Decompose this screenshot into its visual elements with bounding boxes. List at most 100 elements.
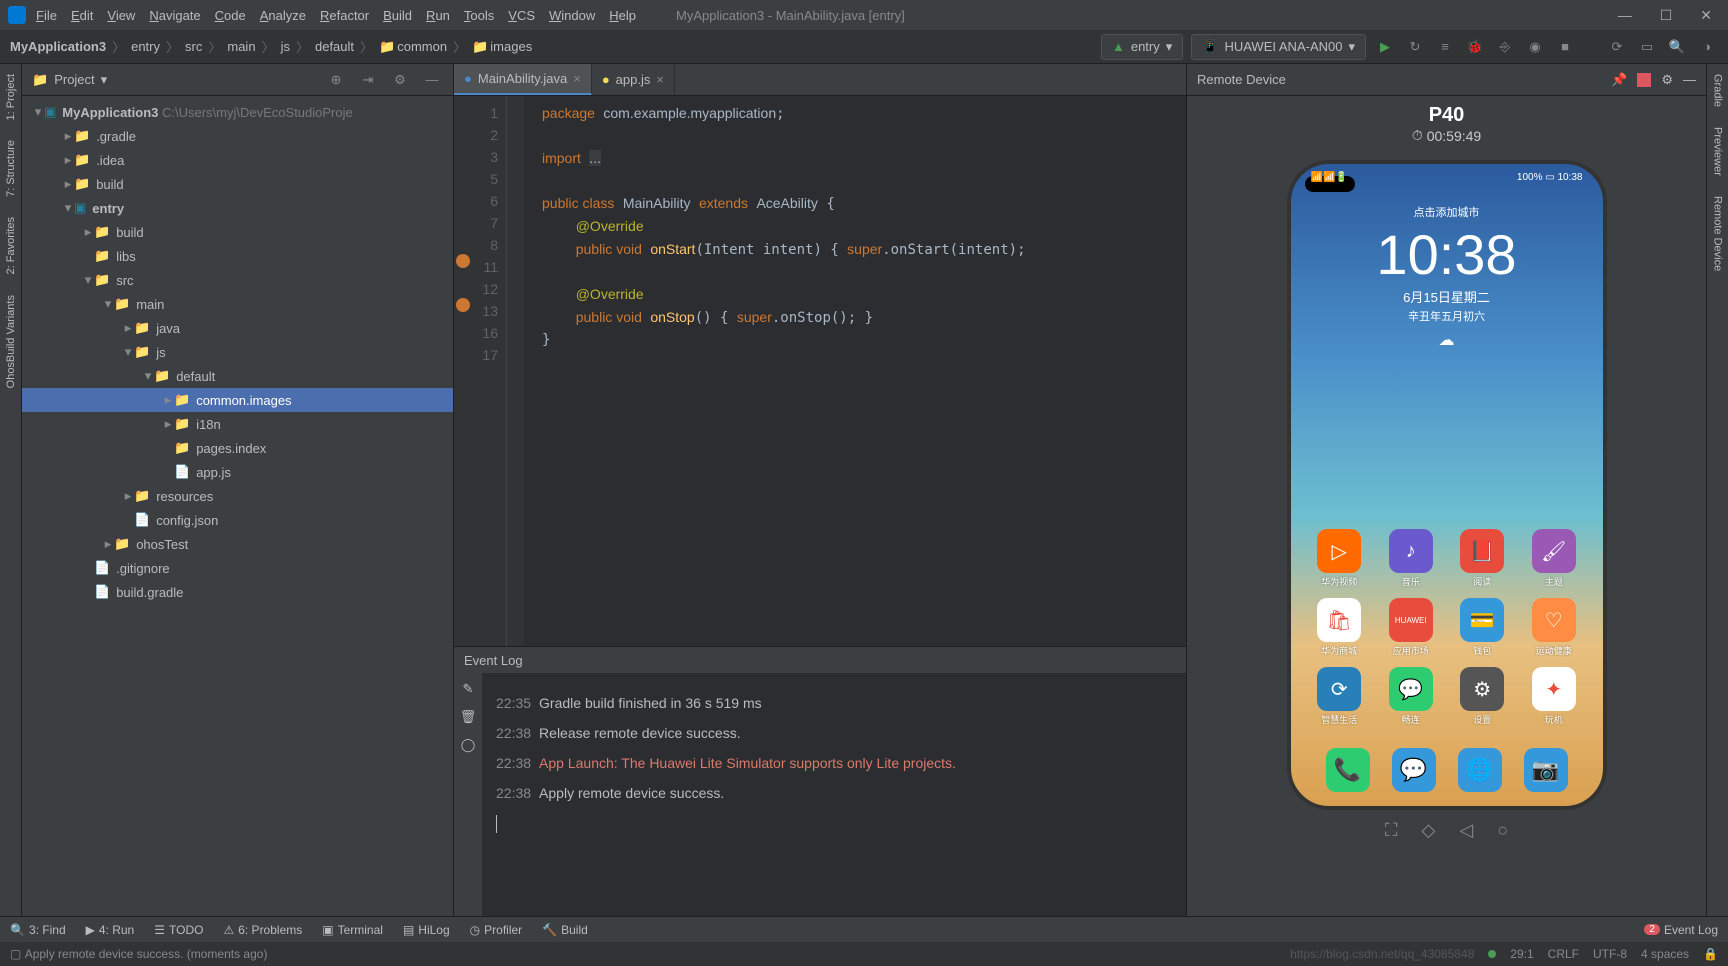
project-tree[interactable]: ▾▣ MyApplication3 C:\Users\myj\DevEcoStu… <box>22 96 453 916</box>
phone-app[interactable]: ♪音乐 <box>1382 529 1440 588</box>
tree-node[interactable]: ▸📁build <box>22 220 453 244</box>
menu-run[interactable]: Run <box>426 8 450 23</box>
menu-window[interactable]: Window <box>549 8 595 23</box>
indent[interactable]: 4 spaces <box>1641 947 1689 961</box>
phone-dock-app[interactable]: 📷 <box>1524 748 1568 792</box>
fold-column[interactable] <box>506 96 524 646</box>
hilog-tool[interactable]: ▤ HiLog <box>403 923 450 937</box>
home-icon[interactable]: ○ <box>1497 820 1508 841</box>
phone-app[interactable]: 🛍华为商城 <box>1311 598 1369 657</box>
override-marker-icon[interactable] <box>456 254 470 268</box>
phone-app[interactable]: 🖌主题 <box>1525 529 1583 588</box>
tool-window-tab[interactable]: Previewer <box>1712 127 1724 176</box>
phone-app[interactable]: 📕阅读 <box>1454 529 1512 588</box>
pin-icon[interactable]: 📌 <box>1611 72 1627 88</box>
tree-node[interactable]: 📄.gitignore <box>22 556 453 580</box>
tool-window-tab[interactable]: 2: Favorites <box>5 217 17 274</box>
phone-app[interactable]: ⚙设置 <box>1454 667 1512 726</box>
locate-icon[interactable]: ⊕ <box>325 69 347 91</box>
event-log-entry[interactable]: 22:35Gradle build finished in 36 s 519 m… <box>496 695 1172 711</box>
menu-vcs[interactable]: VCS <box>508 8 535 23</box>
menu-file[interactable]: File <box>36 8 57 23</box>
tree-node[interactable]: 📄config.json <box>22 508 453 532</box>
cursor-position[interactable]: 29:1 <box>1510 947 1533 961</box>
lock-icon[interactable]: 🔒 <box>1703 947 1718 961</box>
coverage-icon[interactable]: ≡ <box>1434 36 1456 58</box>
minimize-button[interactable]: — <box>1618 7 1632 24</box>
tree-node[interactable]: ▾📁js <box>22 340 453 364</box>
close-icon[interactable]: × <box>573 71 581 86</box>
tool-window-tab[interactable]: Remote Device <box>1712 196 1724 271</box>
phone-dock-app[interactable]: 📞 <box>1326 748 1370 792</box>
hide-icon[interactable]: — <box>421 69 443 91</box>
event-log-content[interactable]: 22:35Gradle build finished in 36 s 519 m… <box>482 673 1186 916</box>
debug-icon[interactable]: 🐞 <box>1464 36 1486 58</box>
help-icon[interactable]: ◑ <box>1696 36 1718 58</box>
editor-tab[interactable]: ●app.js× <box>592 64 675 95</box>
tree-node[interactable]: ▸📁ohosTest <box>22 532 453 556</box>
filter-icon[interactable]: ◯ <box>461 737 476 753</box>
gear-icon[interactable]: ⚙ <box>1661 72 1673 88</box>
find-tool[interactable]: 🔍 3: Find <box>10 923 66 937</box>
run-config-selector[interactable]: ▲entry▾ <box>1101 34 1183 60</box>
tree-node[interactable]: ▸📁java <box>22 316 453 340</box>
tree-node[interactable]: ▾📁main <box>22 292 453 316</box>
breadcrumb-item[interactable]: 📁common <box>379 39 447 55</box>
edit-icon[interactable]: ✎ <box>463 681 474 697</box>
menu-refactor[interactable]: Refactor <box>320 8 369 23</box>
breadcrumb-item[interactable]: default <box>315 39 354 54</box>
tree-node[interactable]: ▸📁.idea <box>22 148 453 172</box>
breadcrumb-item[interactable]: entry <box>131 39 160 54</box>
phone-app[interactable]: ♡运动健康 <box>1525 598 1583 657</box>
terminal-tool[interactable]: ▣ Terminal <box>322 923 383 937</box>
run-tool[interactable]: ▶ 4: Run <box>86 923 135 937</box>
phone-app-grid[interactable]: ▷华为视频♪音乐📕阅读🖌主题🛍华为商城HUAWEI应用市场💳钱包♡运动健康⟳智慧… <box>1291 529 1603 726</box>
tree-node[interactable]: ▸📁resources <box>22 484 453 508</box>
phone-app[interactable]: HUAWEI应用市场 <box>1382 598 1440 657</box>
attach-icon[interactable]: ⎆ <box>1494 36 1516 58</box>
menu-analyze[interactable]: Analyze <box>260 8 306 23</box>
breadcrumb-item[interactable]: main <box>227 39 255 54</box>
tool-window-tab[interactable]: OhosBuild Variants <box>5 295 17 388</box>
code-editor[interactable]: package com.example.myapplication; impor… <box>524 96 1186 646</box>
breadcrumb-item[interactable]: 📁images <box>472 39 532 55</box>
phone-app[interactable]: ⟳智慧生活 <box>1311 667 1369 726</box>
stop-device-button[interactable] <box>1637 73 1651 87</box>
tree-node[interactable]: 📄build.gradle <box>22 580 453 604</box>
encoding[interactable]: UTF-8 <box>1593 947 1627 961</box>
gear-icon[interactable]: ⚙ <box>389 69 411 91</box>
phone-nav-buttons[interactable]: ⛶ ◇ ◁ ○ <box>1385 820 1508 841</box>
sync-icon[interactable]: ⟳ <box>1606 36 1628 58</box>
tree-node[interactable]: ▾📁src <box>22 268 453 292</box>
profile-icon[interactable]: ◉ <box>1524 36 1546 58</box>
event-log-entry[interactable]: 22:38Apply remote device success. <box>496 785 1172 801</box>
device-selector[interactable]: 📱HUAWEI ANA-AN00▾ <box>1191 34 1366 60</box>
tree-node[interactable]: 📁libs <box>22 244 453 268</box>
menu-navigate[interactable]: Navigate <box>149 8 200 23</box>
event-log-entry[interactable]: 22:38App Launch: The Huawei Lite Simulat… <box>496 755 1172 771</box>
tree-node-selected[interactable]: ▸📁common.images <box>22 388 453 412</box>
tool-window-tab[interactable]: 7: Structure <box>5 140 17 197</box>
maximize-button[interactable]: ☐ <box>1660 7 1673 24</box>
phone-app[interactable]: ✦玩机 <box>1525 667 1583 726</box>
stop-icon[interactable]: ■ <box>1554 36 1576 58</box>
run-button[interactable]: ▶ <box>1374 36 1396 58</box>
breadcrumb-item[interactable]: src <box>185 39 202 54</box>
event-log-tool[interactable]: 2 Event Log <box>1644 923 1718 937</box>
tree-root[interactable]: ▾▣ MyApplication3 C:\Users\myj\DevEcoStu… <box>22 100 453 124</box>
project-view-selector[interactable]: 📁Project▾ <box>32 72 107 88</box>
search-icon[interactable]: 🔍 <box>1666 36 1688 58</box>
close-icon[interactable]: × <box>656 72 664 87</box>
breadcrumb-item[interactable]: MyApplication3 <box>10 39 106 54</box>
menu-code[interactable]: Code <box>215 8 246 23</box>
phone-app[interactable]: 💬畅连 <box>1382 667 1440 726</box>
menu-edit[interactable]: Edit <box>71 8 93 23</box>
todo-tool[interactable]: ☰ TODO <box>154 923 203 937</box>
tree-node[interactable]: 📁pages.index <box>22 436 453 460</box>
hide-icon[interactable]: — <box>1683 72 1696 87</box>
debug-rerun-icon[interactable]: ↻ <box>1404 36 1426 58</box>
menu-tools[interactable]: Tools <box>464 8 494 23</box>
close-button[interactable]: ✕ <box>1700 7 1712 24</box>
tool-window-tab[interactable]: 1: Project <box>5 74 17 120</box>
back-icon[interactable]: ◁ <box>1459 820 1473 841</box>
